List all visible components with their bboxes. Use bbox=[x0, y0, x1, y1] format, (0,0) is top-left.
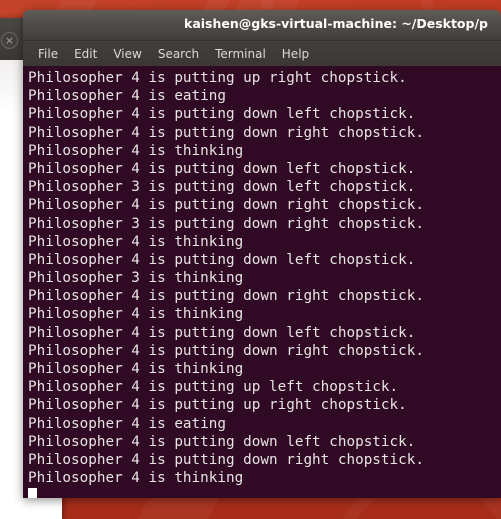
terminal-line: Philosopher 3 is putting down right chop… bbox=[28, 215, 424, 232]
menu-item-search[interactable]: Search bbox=[151, 45, 206, 63]
terminal-output-area[interactable]: Philosopher 4 is putting up right chopst… bbox=[23, 66, 501, 498]
menu-item-view[interactable]: View bbox=[106, 45, 148, 63]
terminal-line: Philosopher 4 is putting down left chops… bbox=[28, 160, 416, 177]
terminal-line: Philosopher 4 is putting down right chop… bbox=[28, 342, 424, 359]
terminal-line: Philosopher 4 is thinking bbox=[28, 361, 244, 377]
terminal-prompt-line[interactable] bbox=[28, 487, 501, 498]
terminal-line: Philosopher 3 is putting down left chops… bbox=[28, 179, 416, 196]
menu-bar[interactable]: File Edit View Search Terminal Help bbox=[23, 41, 501, 66]
terminal-window[interactable]: kaishen@gks-virtual-machine: ~/Desktop/p… bbox=[23, 10, 501, 498]
terminal-line: Philosopher 4 is putting down right chop… bbox=[28, 197, 424, 214]
terminal-line: Philosopher 4 is putting down left chops… bbox=[28, 433, 416, 450]
terminal-line: Philosopher 4 is thinking bbox=[28, 142, 244, 159]
terminal-line: Philosopher 4 is putting down right chop… bbox=[28, 451, 424, 468]
terminal-line: Philosopher 4 is eating bbox=[28, 415, 226, 432]
terminal-line: Philosopher 4 is putting down right chop… bbox=[28, 124, 424, 141]
close-icon[interactable]: × bbox=[1, 32, 18, 49]
terminal-titlebar[interactable]: kaishen@gks-virtual-machine: ~/Desktop/p bbox=[23, 10, 501, 41]
window-title: kaishen@gks-virtual-machine: ~/Desktop/p bbox=[184, 16, 488, 31]
terminal-line: Philosopher 4 is putting down left chops… bbox=[28, 106, 416, 123]
terminal-line: Philosopher 4 is putting up right chopst… bbox=[28, 70, 407, 86]
terminal-line: Philosopher 4 is putting up right chopst… bbox=[28, 397, 407, 414]
terminal-line: Philosopher 3 is thinking bbox=[28, 270, 244, 287]
terminal-line: Philosopher 4 is thinking bbox=[28, 233, 244, 250]
terminal-line: Philosopher 4 is thinking bbox=[28, 470, 244, 487]
terminal-cursor bbox=[28, 488, 37, 498]
menu-item-terminal[interactable]: Terminal bbox=[208, 45, 273, 63]
terminal-line: Philosopher 4 is eating bbox=[28, 88, 226, 105]
terminal-line: Philosopher 4 is putting down right chop… bbox=[28, 288, 424, 305]
terminal-line: Philosopher 4 is putting down left chops… bbox=[28, 324, 416, 341]
terminal-line: Philosopher 4 is putting down left chops… bbox=[28, 251, 416, 268]
menu-item-help[interactable]: Help bbox=[275, 45, 316, 63]
menu-item-file[interactable]: File bbox=[31, 45, 65, 63]
menu-item-edit[interactable]: Edit bbox=[67, 45, 104, 63]
terminal-line: Philosopher 4 is thinking bbox=[28, 306, 244, 323]
terminal-lines: Philosopher 4 is putting up right chopst… bbox=[26, 69, 501, 498]
terminal-line: Philosopher 4 is putting up left chopsti… bbox=[28, 379, 399, 396]
